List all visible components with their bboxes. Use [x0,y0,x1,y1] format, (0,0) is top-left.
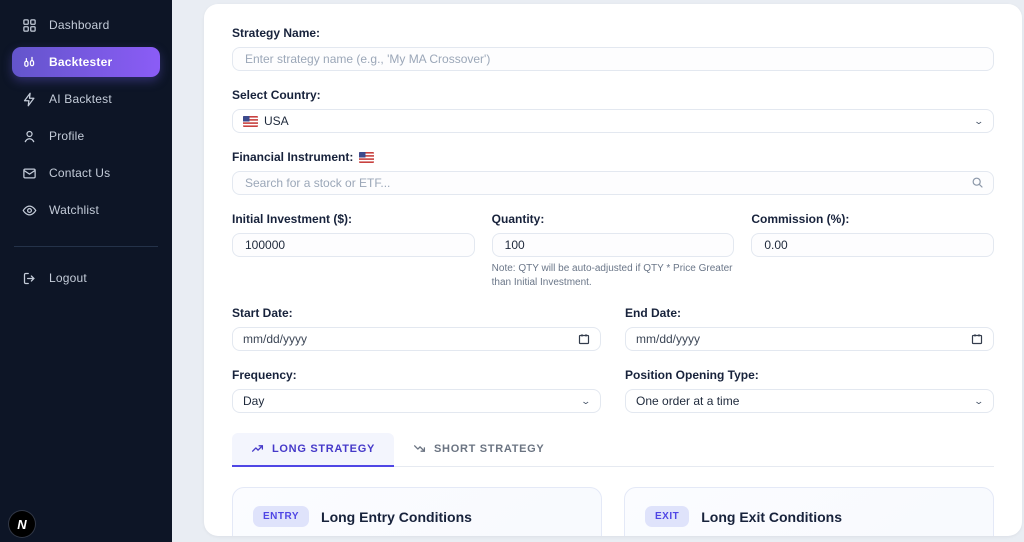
sidebar-item-label: Backtester [49,55,112,69]
chevron-down-icon: ⌄ [581,396,592,407]
frequency-label: Frequency: [232,368,601,382]
sidebar-item-profile[interactable]: Profile [12,121,160,151]
entry-badge: ENTRY [253,506,309,527]
start-date-input[interactable]: mm/dd/yyyy [232,327,601,351]
mail-icon [22,166,37,181]
calendar-icon[interactable] [578,333,590,345]
instrument-label: Financial Instrument: [232,150,994,164]
frequency-value: Day [243,394,264,408]
entry-card-title: Long Entry Conditions [321,509,472,525]
instrument-search-input[interactable] [232,171,994,195]
calendar-icon[interactable] [971,333,983,345]
us-flag-icon [359,152,374,163]
end-date-value: mm/dd/yyyy [636,332,700,346]
money-row: Initial Investment ($): Quantity: Note: … [232,212,994,289]
eye-icon [22,203,37,218]
instrument-field: Financial Instrument: [232,150,994,195]
tab-long-strategy[interactable]: LONG STRATEGY [232,433,394,467]
sidebar-item-ai-backtest[interactable]: AI Backtest [12,84,160,114]
frequency-select[interactable]: Day ⌄ [232,389,601,413]
exit-badge: EXIT [645,506,689,527]
dashboard-grid-icon [22,18,37,33]
end-date-input[interactable]: mm/dd/yyyy [625,327,994,351]
sidebar-item-watchlist[interactable]: Watchlist [12,195,160,225]
frequency-field: Frequency: Day ⌄ [232,368,601,413]
sidebar-item-label: Dashboard [49,18,110,32]
frequency-row: Frequency: Day ⌄ Position Opening Type: … [232,368,994,413]
sidebar-item-logout[interactable]: Logout [12,263,160,293]
nextjs-dev-badge[interactable]: N [9,511,35,537]
long-entry-conditions-card: ENTRY Long Entry Conditions + Add Condit… [232,487,602,536]
start-date-field: Start Date: mm/dd/yyyy [232,306,601,351]
country-field: Select Country: USA ⌄ [232,88,994,133]
sidebar-item-label: Contact Us [49,166,110,180]
chevron-down-icon: ⌄ [974,116,985,127]
quantity-field: Quantity: Note: QTY will be auto-adjuste… [492,212,735,289]
sidebar-item-label: Watchlist [49,203,99,217]
sidebar-item-label: Profile [49,129,84,143]
quantity-note: Note: QTY will be auto-adjusted if QTY *… [492,262,735,289]
dates-row: Start Date: mm/dd/yyyy End Date: mm/dd/y… [232,306,994,351]
search-icon [971,176,984,189]
strategy-name-field: Strategy Name: [232,26,994,71]
conditions-row: ENTRY Long Entry Conditions + Add Condit… [232,487,994,536]
quantity-input[interactable] [492,233,735,257]
end-date-label: End Date: [625,306,994,320]
end-date-field: End Date: mm/dd/yyyy [625,306,994,351]
candlestick-chart-icon [22,55,37,70]
commission-field: Commission (%): [751,212,994,257]
sidebar-item-label: AI Backtest [49,92,112,106]
country-label: Select Country: [232,88,994,102]
sidebar-divider [14,246,158,247]
commission-label: Commission (%): [751,212,994,226]
trending-up-icon [251,442,264,455]
position-opening-type-field: Position Opening Type: One order at a ti… [625,368,994,413]
exit-card-title: Long Exit Conditions [701,509,842,525]
sidebar-item-contact-us[interactable]: Contact Us [12,158,160,188]
strategy-name-input[interactable] [232,47,994,71]
sidebar-item-dashboard[interactable]: Dashboard [12,10,160,40]
long-exit-conditions-card: EXIT Long Exit Conditions + Add Conditio… [624,487,994,536]
sidebar: Dashboard Backtester AI Backtest Profile… [0,0,172,542]
strategy-tabbar: LONG STRATEGY SHORT STRATEGY [232,433,994,467]
start-date-value: mm/dd/yyyy [243,332,307,346]
initial-investment-input[interactable] [232,233,475,257]
logout-icon [22,271,37,286]
country-select[interactable]: USA ⌄ [232,109,994,133]
position-opening-type-label: Position Opening Type: [625,368,994,382]
country-value: USA [264,114,289,128]
user-icon [22,129,37,144]
us-flag-icon [243,116,258,127]
initial-investment-label: Initial Investment ($): [232,212,475,226]
tab-short-strategy[interactable]: SHORT STRATEGY [394,433,563,467]
lightning-icon [22,92,37,107]
strategy-name-label: Strategy Name: [232,26,994,40]
commission-input[interactable] [751,233,994,257]
position-opening-type-select[interactable]: One order at a time ⌄ [625,389,994,413]
quantity-label: Quantity: [492,212,735,226]
sidebar-item-label: Logout [49,271,87,285]
chevron-down-icon: ⌄ [974,396,985,407]
backtest-form-card: Strategy Name: Select Country: USA ⌄ Fin… [204,4,1022,536]
start-date-label: Start Date: [232,306,601,320]
initial-investment-field: Initial Investment ($): [232,212,475,257]
position-opening-type-value: One order at a time [636,394,739,408]
sidebar-item-backtester[interactable]: Backtester [12,47,160,77]
trending-down-icon [413,442,426,455]
